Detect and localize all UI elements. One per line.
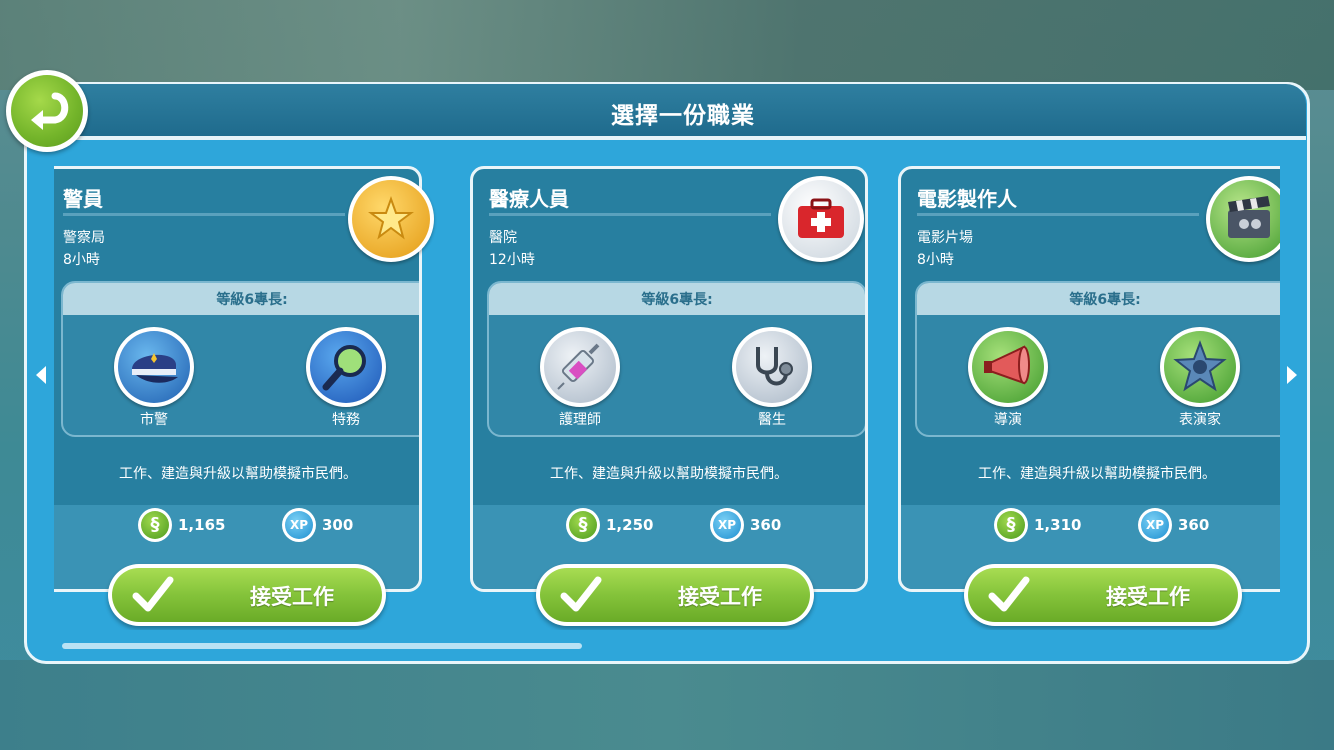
- star-icon[interactable]: [1160, 327, 1240, 407]
- specialty-label: 特務: [332, 412, 360, 428]
- career-hours: 8小時: [917, 252, 954, 268]
- career-card-medical: 醫療人員 醫院 12小時 等級6專長: 護理師 醫生 工作、建造與升級以幫助模擬…: [470, 166, 868, 626]
- scroll-right-arrow-icon[interactable]: [1287, 366, 1297, 384]
- xp-icon: XP: [1138, 508, 1172, 542]
- simoleon-icon: §: [994, 508, 1028, 542]
- specialty-header: 等級6專長:: [917, 283, 1280, 315]
- specialty-label: 醫生: [758, 412, 786, 428]
- xp-icon: XP: [710, 508, 744, 542]
- xp-amount: 300: [322, 516, 354, 534]
- career-workplace: 電影片場: [917, 230, 973, 246]
- specialty-box: 等級6專長: 市警 特務: [61, 281, 419, 437]
- xp-amount: 360: [1178, 516, 1210, 534]
- specialty-header: 等級6專長:: [489, 283, 865, 315]
- accept-job-label: 接受工作: [678, 585, 762, 609]
- simoleon-reward: § 1,310: [994, 508, 1081, 542]
- simoleon-amount: 1,250: [606, 516, 654, 534]
- title-bar: 選擇一份職業: [60, 84, 1306, 140]
- background-scenery: [0, 0, 1334, 90]
- megaphone-icon[interactable]: [968, 327, 1048, 407]
- career-carousel: 警員 警察局 8小時 等級6專長: 市警 特務 工作、建造與升級以幫助模擬市民們…: [54, 160, 1280, 630]
- career-workplace: 醫院: [489, 230, 517, 246]
- specialty-item[interactable]: 醫生: [727, 327, 817, 429]
- specialty-header: 等級6專長:: [63, 283, 419, 315]
- simoleon-amount: 1,310: [1034, 516, 1082, 534]
- career-description: 工作、建造與升級以幫助模擬市民們。: [119, 466, 357, 482]
- horizontal-scrollbar[interactable]: [62, 643, 582, 649]
- police-cap-icon[interactable]: [114, 327, 194, 407]
- specialty-label: 護理師: [559, 412, 601, 428]
- magnifier-icon[interactable]: [306, 327, 386, 407]
- simoleon-icon: §: [566, 508, 600, 542]
- career-name: 電影製作人: [917, 187, 1017, 211]
- specialty-label: 市警: [140, 412, 168, 428]
- career-name: 警員: [63, 187, 103, 211]
- specialty-item[interactable]: 市警: [109, 327, 199, 429]
- career-name: 醫療人員: [489, 187, 569, 211]
- checkmark-icon: [988, 576, 1030, 612]
- page-title: 選擇一份職業: [611, 103, 755, 129]
- accept-job-button[interactable]: 接受工作: [964, 564, 1242, 626]
- xp-reward: XP 300: [282, 508, 353, 542]
- specialty-item[interactable]: 導演: [963, 327, 1053, 429]
- simoleon-icon: §: [138, 508, 172, 542]
- career-description: 工作、建造與升級以幫助模擬市民們。: [978, 466, 1216, 482]
- divider: [917, 213, 1199, 216]
- xp-reward: XP 360: [710, 508, 781, 542]
- accept-job-button[interactable]: 接受工作: [536, 564, 814, 626]
- career-hours: 8小時: [63, 252, 100, 268]
- specialty-item[interactable]: 特務: [301, 327, 391, 429]
- specialty-label: 導演: [994, 412, 1022, 428]
- checkmark-icon: [560, 576, 602, 612]
- specialty-item[interactable]: 護理師: [535, 327, 625, 429]
- divider: [63, 213, 345, 216]
- specialty-item[interactable]: 表演家: [1155, 327, 1245, 429]
- back-button[interactable]: [6, 70, 88, 152]
- first-aid-kit-icon: [778, 176, 864, 262]
- specialty-box: 等級6專長: 護理師 醫生: [487, 281, 865, 437]
- career-hours: 12小時: [489, 252, 535, 268]
- background-water: [0, 660, 1334, 750]
- scroll-left-arrow-icon[interactable]: [36, 366, 46, 384]
- checkmark-icon: [132, 576, 174, 612]
- accept-job-label: 接受工作: [250, 585, 334, 609]
- simoleon-amount: 1,165: [178, 516, 226, 534]
- specialty-label: 表演家: [1179, 412, 1221, 428]
- career-card-film: 電影製作人 電影片場 8小時 等級6專長: 導演 表演家 工作、建造與升級以幫助…: [898, 166, 1280, 626]
- police-badge-icon: [348, 176, 434, 262]
- stethoscope-icon[interactable]: [732, 327, 812, 407]
- simoleon-reward: § 1,250: [566, 508, 653, 542]
- xp-reward: XP 360: [1138, 508, 1209, 542]
- back-arrow-icon: [31, 92, 69, 130]
- xp-amount: 360: [750, 516, 782, 534]
- simoleon-reward: § 1,165: [138, 508, 225, 542]
- career-card-police: 警員 警察局 8小時 等級6專長: 市警 特務 工作、建造與升級以幫助模擬市民們…: [54, 166, 434, 626]
- career-description: 工作、建造與升級以幫助模擬市民們。: [550, 466, 788, 482]
- accept-job-label: 接受工作: [1106, 585, 1190, 609]
- xp-icon: XP: [282, 508, 316, 542]
- career-workplace: 警察局: [63, 230, 105, 246]
- accept-job-button[interactable]: 接受工作: [108, 564, 386, 626]
- specialty-box: 等級6專長: 導演 表演家: [915, 281, 1280, 437]
- syringe-icon[interactable]: [540, 327, 620, 407]
- divider: [489, 213, 771, 216]
- back-button-face[interactable]: [11, 75, 83, 147]
